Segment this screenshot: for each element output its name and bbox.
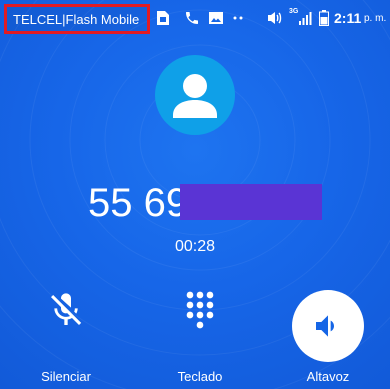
call-timer: 00:28 bbox=[174, 238, 216, 255]
keypad-label: Teclado bbox=[177, 369, 223, 384]
mic-off-icon bbox=[51, 293, 82, 325]
person-icon bbox=[173, 74, 217, 118]
dots-icon bbox=[233, 16, 243, 20]
mute-button[interactable]: Silenciar bbox=[16, 285, 116, 385]
contact-avatar bbox=[155, 55, 235, 135]
speaker-control: Altavoz bbox=[278, 285, 378, 385]
battery-icon bbox=[319, 10, 329, 26]
mute-label: Silenciar bbox=[41, 369, 91, 384]
dialpad-icon bbox=[186, 291, 214, 329]
status-bar: TELCEL|Flash Mobile 3G 2:11 p. m. bbox=[0, 0, 390, 36]
keypad-button[interactable]: Teclado bbox=[150, 285, 250, 385]
redacted-number-block bbox=[180, 184, 322, 220]
carrier-name-highlight: TELCEL|Flash Mobile bbox=[4, 4, 150, 34]
image-icon bbox=[209, 12, 223, 24]
phone-number: 55 69 bbox=[88, 181, 189, 225]
carrier-name: TELCEL|Flash Mobile bbox=[13, 11, 140, 27]
speaker-label: Altavoz bbox=[306, 369, 350, 384]
network-type: 3G bbox=[289, 8, 299, 15]
vibrate-icon bbox=[268, 12, 282, 24]
phone-icon bbox=[186, 12, 198, 24]
clock-time: 2:11 bbox=[334, 10, 362, 26]
in-call-screen: TELCEL|Flash Mobile 3G 2:11 p. m. 55 69 … bbox=[0, 0, 390, 389]
clock-am-pm: p. m. bbox=[364, 13, 387, 24]
signal-icon bbox=[299, 12, 312, 25]
sim-icon bbox=[157, 11, 169, 25]
